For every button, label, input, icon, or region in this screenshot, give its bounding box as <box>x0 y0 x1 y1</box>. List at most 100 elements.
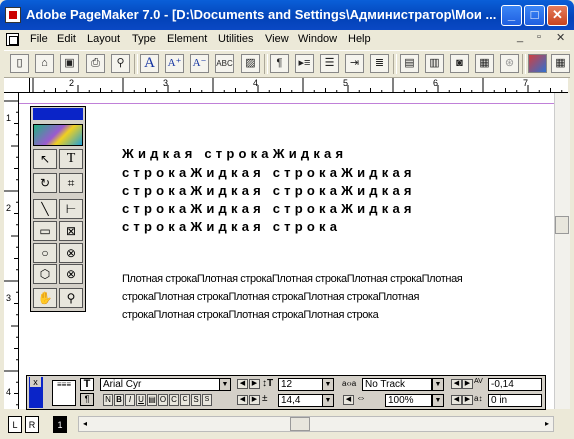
vertical-scroll-thumb[interactable] <box>555 216 569 234</box>
print-icon[interactable]: ⎙ <box>86 54 105 73</box>
menu-edit[interactable]: Edit <box>57 33 76 45</box>
font-field[interactable]: Arial Cyr <box>100 378 220 391</box>
font-size-up-icon[interactable]: A⁺ <box>165 54 184 73</box>
doc-close-button[interactable]: ✕ <box>556 31 565 44</box>
tight-text-line[interactable]: строкаПлотная строкаПлотная строкаПлотна… <box>122 291 419 303</box>
leading-dropdown-button[interactable]: ▼ <box>322 394 334 407</box>
maximize-button[interactable]: □ <box>524 5 545 26</box>
page-1-icon[interactable]: 1 <box>53 416 67 433</box>
indent-icon[interactable]: ▸≡ <box>295 54 314 73</box>
menu-file[interactable]: File <box>30 33 48 45</box>
menu-element[interactable]: Element <box>167 33 207 45</box>
size-down-arrow[interactable]: ◀ <box>237 379 248 389</box>
leading-down-arrow[interactable]: ◀ <box>237 395 248 405</box>
leading-up-arrow[interactable]: ▶ <box>249 395 260 405</box>
superscript-style-button[interactable]: S <box>191 394 201 406</box>
spell-check-icon[interactable]: ABC <box>215 54 234 73</box>
tracking-dropdown-button[interactable]: ▼ <box>432 378 444 391</box>
line-tool-icon[interactable]: ╲ <box>33 199 57 219</box>
hand-tool-icon[interactable]: ✋ <box>33 288 57 308</box>
styles-icon[interactable]: ▦ <box>551 54 570 73</box>
fill-icon[interactable]: ▨ <box>241 54 260 73</box>
frame-icon[interactable]: ▥ <box>425 54 444 73</box>
menu-layout[interactable]: Layout <box>87 33 120 45</box>
outdent-icon[interactable]: ≣ <box>370 54 389 73</box>
paragraph-view-icon[interactable]: ≡≡≡ <box>52 380 76 406</box>
horizontal-scrollbar[interactable] <box>78 416 554 432</box>
menu-help[interactable]: Help <box>348 33 371 45</box>
leading-field[interactable]: 14,4 <box>278 394 323 407</box>
left-master-page-icon[interactable]: L <box>8 416 22 433</box>
rectangle-frame-tool-icon[interactable]: ⊠ <box>59 221 83 241</box>
ruler-origin[interactable] <box>4 78 30 93</box>
spaced-text-line[interactable]: строкаЖидкая строкаЖидкая <box>122 165 416 180</box>
close-button[interactable]: ✕ <box>547 5 568 26</box>
zoom-tool-icon[interactable]: ⚲ <box>59 288 83 308</box>
polygon-tool-icon[interactable]: ⬡ <box>33 264 57 284</box>
tight-text-line[interactable]: Плотная строкаПлотная строкаПлотная стро… <box>122 273 463 285</box>
doc-restore-button[interactable]: ▫ <box>537 31 541 43</box>
document-icon[interactable] <box>6 33 19 46</box>
new-icon[interactable]: ▯ <box>10 54 29 73</box>
pointer-tool-icon[interactable]: ↖ <box>33 149 57 169</box>
text-tool-icon[interactable]: T <box>59 149 83 169</box>
save-icon[interactable]: ▣ <box>60 54 79 73</box>
bold-style-button[interactable]: B <box>114 394 124 406</box>
tight-text-line[interactable]: строкаПлотная строкаПлотная строкаПлотна… <box>122 309 379 321</box>
spaced-text-line[interactable]: строкаЖидкая строкаЖидкая <box>122 201 416 216</box>
font-dropdown-button[interactable]: ▼ <box>219 378 231 391</box>
size-up-arrow[interactable]: ▶ <box>249 379 260 389</box>
menu-window[interactable]: Window <box>298 33 337 45</box>
polygon-frame-tool-icon[interactable]: ⊗ <box>59 264 83 284</box>
crop-tool-icon[interactable]: ⌗ <box>59 173 83 193</box>
subscript-style-button[interactable]: S <box>202 394 212 406</box>
disabled-icon[interactable]: ⊛ <box>500 54 519 73</box>
document-canvas[interactable] <box>19 93 554 409</box>
menu-view[interactable]: View <box>265 33 289 45</box>
width-down-arrow[interactable]: ◀ <box>343 395 354 405</box>
character-view-button[interactable]: T <box>80 378 94 391</box>
spaced-text-line[interactable]: Жидкая строкаЖидкая <box>122 146 347 161</box>
control-palette-close-button[interactable]: x <box>30 377 41 387</box>
place-icon[interactable]: ▤ <box>400 54 419 73</box>
color-icon[interactable] <box>528 54 547 73</box>
spaced-text-line[interactable]: строкаЖидкая строкаЖидкая <box>122 183 416 198</box>
normal-style-button[interactable]: N <box>103 394 113 406</box>
allcaps-style-button[interactable]: C <box>169 394 179 406</box>
kerning-up-arrow[interactable]: ▶ <box>462 379 473 389</box>
open-icon[interactable]: ⌂ <box>35 54 54 73</box>
menu-utilities[interactable]: Utilities <box>218 33 253 45</box>
kerning-down-arrow[interactable]: ◀ <box>451 379 462 389</box>
smallcaps-style-button[interactable]: C <box>180 394 190 406</box>
doc-minimize-button[interactable]: _ <box>517 31 523 43</box>
font-size-field[interactable]: 12 <box>278 378 323 391</box>
width-dropdown-button[interactable]: ▼ <box>432 394 444 407</box>
ellipse-frame-tool-icon[interactable]: ⊗ <box>59 243 83 263</box>
scroll-right-icon[interactable]: ▸ <box>541 417 553 431</box>
right-master-page-icon[interactable]: R <box>25 416 39 433</box>
spaced-text-line[interactable]: строкаЖидкая строка <box>122 219 341 234</box>
rotate-tool-icon[interactable]: ↻ <box>33 173 57 193</box>
baseline-down-arrow[interactable]: ◀ <box>451 395 462 405</box>
underline-style-button[interactable]: U <box>136 394 146 406</box>
tabs-icon[interactable]: ⇥ <box>345 54 364 73</box>
italic-style-button[interactable]: I <box>125 394 135 406</box>
rectangle-tool-icon[interactable]: ▭ <box>33 221 57 241</box>
menu-type[interactable]: Type <box>132 33 156 45</box>
find-icon[interactable]: ⚲ <box>111 54 130 73</box>
vertical-scrollbar[interactable] <box>554 93 570 409</box>
link-icon[interactable]: ◙ <box>450 54 469 73</box>
minimize-button[interactable]: _ <box>501 5 522 26</box>
paragraph-view-button[interactable]: ¶ <box>80 393 94 406</box>
constrained-line-tool-icon[interactable]: ⊢ <box>59 199 83 219</box>
toolbox-titlebar[interactable] <box>33 108 83 120</box>
paragraph-icon[interactable]: ¶ <box>270 54 289 73</box>
font-size-dropdown-button[interactable]: ▼ <box>322 378 334 391</box>
horizontal-scroll-thumb[interactable] <box>290 417 310 431</box>
outline-style-button[interactable]: O <box>158 394 168 406</box>
scroll-left-icon[interactable]: ◂ <box>79 417 91 431</box>
width-field[interactable]: 100% <box>385 394 432 407</box>
reverse-style-button[interactable]: ▤ <box>147 394 157 406</box>
bullets-icon[interactable]: ☰ <box>320 54 339 73</box>
kerning-field[interactable]: -0,14 <box>488 378 542 391</box>
